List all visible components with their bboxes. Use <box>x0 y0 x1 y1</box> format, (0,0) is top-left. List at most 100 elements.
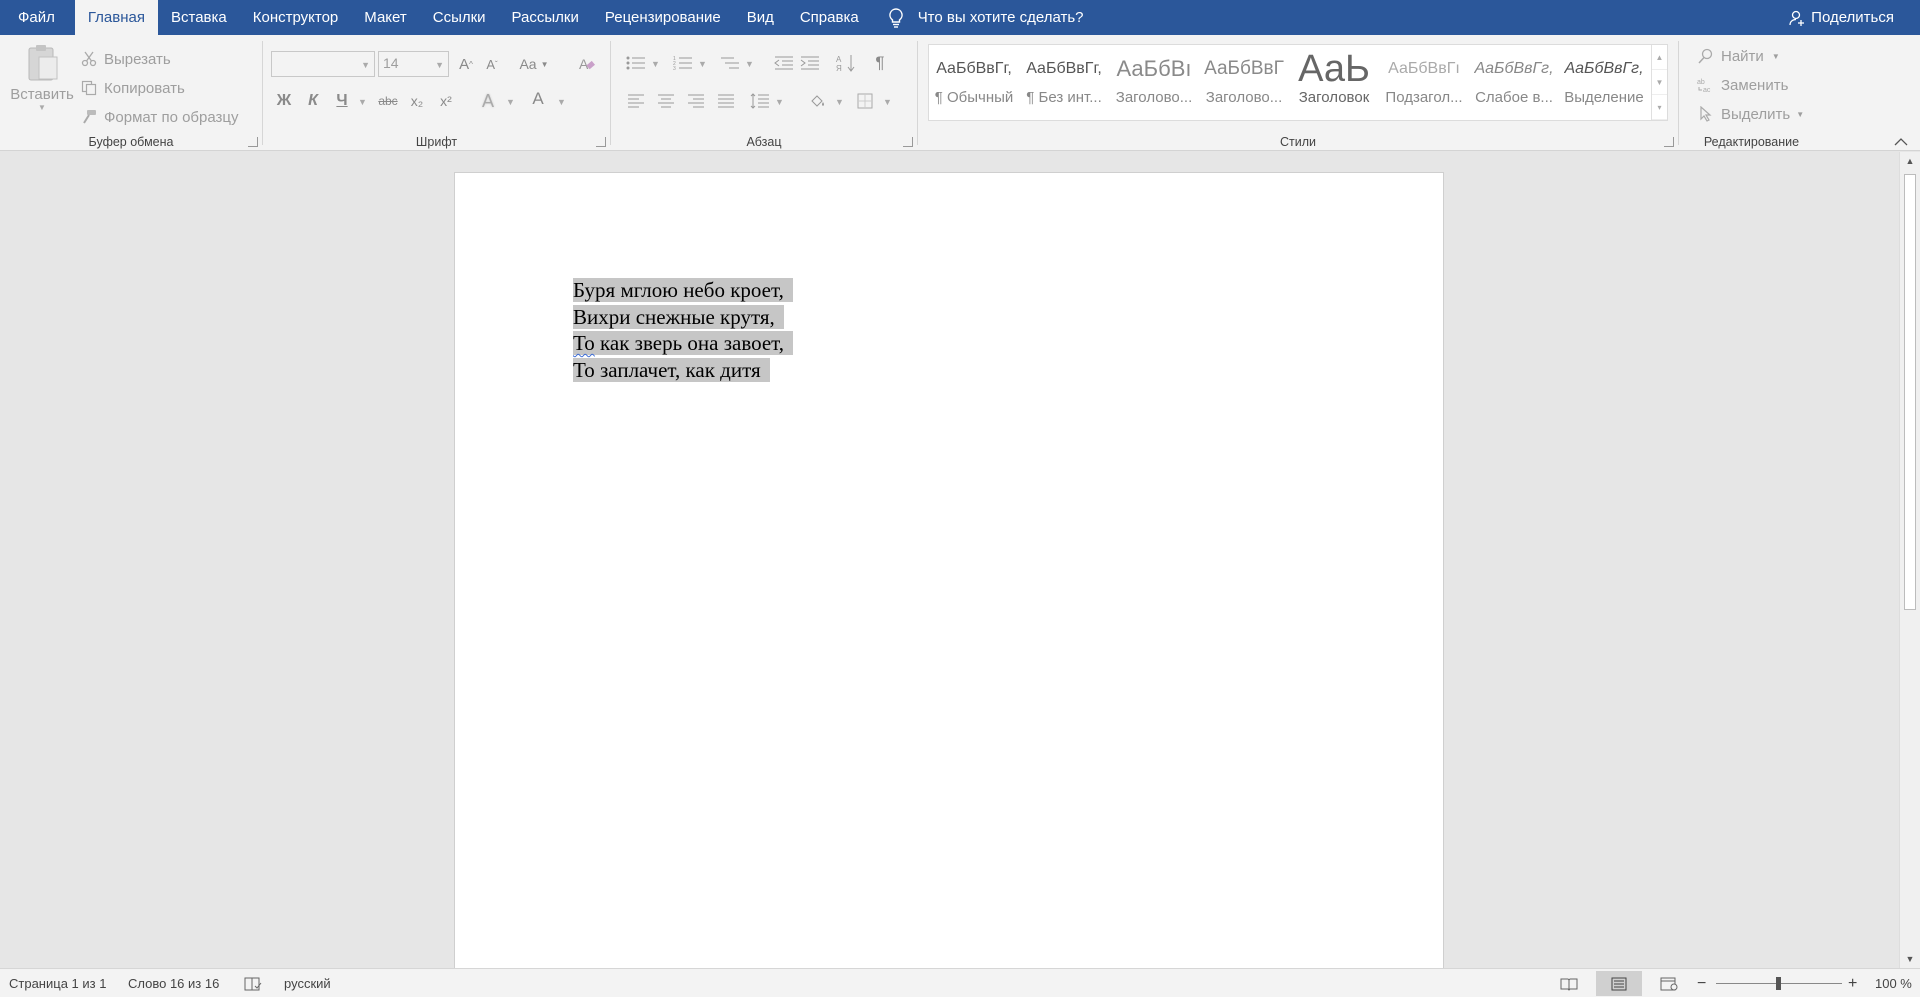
tell-me-search[interactable]: Что вы хотите сделать? <box>888 0 1084 35</box>
language-indicator[interactable]: русский <box>284 969 331 997</box>
underline-icon: Ч <box>336 92 348 109</box>
sort-button[interactable]: AЯ <box>833 51 859 75</box>
justify-button[interactable] <box>713 89 739 113</box>
styles-dialog-launcher[interactable] <box>1664 137 1674 147</box>
svg-text:3: 3 <box>673 66 676 71</box>
select-button[interactable]: Выделить ▼ <box>1697 105 1804 123</box>
print-layout-button[interactable] <box>1596 971 1642 996</box>
font-size-combo[interactable]: 14 ▼ <box>378 51 449 77</box>
zoom-slider-thumb[interactable] <box>1776 977 1781 990</box>
increase-indent-button[interactable] <box>797 51 823 75</box>
replace-button[interactable]: ab ac Заменить <box>1697 76 1788 94</box>
document-line: То заплачет, как дитя <box>573 357 793 384</box>
svg-text:A: A <box>579 56 589 72</box>
chevron-down-icon: ▼ <box>775 97 784 107</box>
tab-view[interactable]: Вид <box>734 0 787 35</box>
format-painter-label: Формат по образцу <box>104 108 239 126</box>
chevron-down-icon: ▼ <box>651 59 660 69</box>
underline-button[interactable]: Ч <box>329 89 355 113</box>
tab-file[interactable]: Файл <box>0 0 75 35</box>
svg-text:A: A <box>836 55 842 64</box>
clear-formatting-button[interactable]: A <box>574 52 600 76</box>
tab-help[interactable]: Справка <box>787 0 872 35</box>
decrease-indent-button[interactable] <box>771 51 797 75</box>
scroll-down-arrow[interactable]: ▼ <box>1900 950 1920 968</box>
document-body[interactable]: Буря мглою небо кроет, Вихри снежные кру… <box>573 277 794 384</box>
share-button[interactable]: Поделиться <box>1789 0 1894 35</box>
cursor-arrow-icon <box>1697 105 1715 123</box>
person-icon <box>1789 10 1805 26</box>
tab-references[interactable]: Ссылки <box>420 0 499 35</box>
tab-insert[interactable]: Вставка <box>158 0 240 35</box>
styles-group-label: Стили <box>1279 135 1316 149</box>
chevron-down-icon: ▼ <box>883 97 892 107</box>
align-left-icon <box>628 94 644 108</box>
paragraph-dialog-launcher[interactable] <box>903 137 913 147</box>
font-family-combo[interactable]: ▼ <box>271 51 375 77</box>
svg-text:ac: ac <box>1703 87 1711 93</box>
page-count[interactable]: Страница 1 из 1 <box>9 969 106 997</box>
paragraph-group-label: Абзац <box>746 135 782 149</box>
find-button[interactable]: Найти ▼ <box>1697 47 1780 65</box>
tab-review[interactable]: Рецензирование <box>592 0 734 35</box>
strikethrough-icon: abc <box>378 94 398 108</box>
change-case-button[interactable]: Aa ▼ <box>517 52 551 76</box>
tab-layout[interactable]: Макет <box>351 0 419 35</box>
read-mode-button[interactable] <box>1546 971 1592 996</box>
font-dialog-launcher[interactable] <box>596 137 606 147</box>
word-count[interactable]: Слово 16 из 16 <box>128 969 219 997</box>
show-marks-button[interactable]: ¶ <box>867 51 893 75</box>
align-right-icon <box>688 94 704 108</box>
tab-mailings[interactable]: Рассылки <box>499 0 592 35</box>
bold-button[interactable]: Ж <box>271 89 297 113</box>
shrink-font-button[interactable]: Aˇ <box>479 52 505 76</box>
numbered-list-icon: 123 <box>673 56 692 71</box>
scrollbar-thumb[interactable] <box>1904 174 1916 610</box>
collapse-ribbon-button[interactable] <box>1894 134 1910 148</box>
share-label: Поделиться <box>1811 9 1894 26</box>
italic-button[interactable]: К <box>300 89 326 113</box>
align-right-button[interactable] <box>683 89 709 113</box>
align-left-button[interactable] <box>623 89 649 113</box>
copy-label: Копировать <box>104 79 185 97</box>
chevron-down-icon: ▼ <box>540 59 549 69</box>
zoom-out-button[interactable]: − <box>1697 969 1706 997</box>
zoom-level[interactable]: 100 % <box>1875 969 1912 997</box>
web-layout-button[interactable] <box>1646 971 1692 996</box>
paste-button[interactable]: Вставить ▼ <box>8 43 76 119</box>
borders-button[interactable] <box>852 89 878 113</box>
document-page[interactable]: Буря мглою небо кроет, Вихри снежные кру… <box>454 172 1444 968</box>
chevron-down-icon: ▼ <box>745 59 754 69</box>
superscript-icon: x² <box>440 93 452 109</box>
format-painter-button[interactable]: Формат по образцу <box>80 108 239 126</box>
search-icon <box>1697 47 1715 65</box>
clipboard-dialog-launcher[interactable] <box>248 137 258 147</box>
justify-icon <box>718 94 734 108</box>
book-icon <box>1560 978 1578 991</box>
bullets-button[interactable] <box>623 51 649 75</box>
align-center-button[interactable] <box>653 89 679 113</box>
selected-text: То заплачет, как дитя <box>573 357 770 382</box>
zoom-in-button[interactable]: + <box>1848 969 1857 997</box>
line-spacing-button[interactable] <box>747 89 773 113</box>
cut-button[interactable]: Вырезать <box>80 50 171 68</box>
decrease-indent-icon <box>774 56 793 70</box>
text-effects-button[interactable]: A <box>475 89 501 113</box>
superscript-button[interactable]: x² <box>433 89 459 113</box>
shading-button[interactable] <box>805 89 831 113</box>
grow-font-button[interactable]: A ^ <box>453 52 479 76</box>
tab-design[interactable]: Конструктор <box>240 0 352 35</box>
font-color-button[interactable]: A <box>525 87 551 111</box>
proofing-status[interactable] <box>244 969 262 997</box>
scroll-up-arrow[interactable]: ▲ <box>1900 152 1920 170</box>
vertical-scrollbar[interactable]: ▲ ▼ <box>1899 152 1920 968</box>
subscript-button[interactable]: x₂ <box>404 89 430 113</box>
multilevel-list-button[interactable] <box>717 51 743 75</box>
copy-icon <box>80 79 98 97</box>
numbering-button[interactable]: 123 <box>670 51 696 75</box>
copy-button[interactable]: Копировать <box>80 79 185 97</box>
eraser-icon: A <box>579 56 595 72</box>
sort-icon: AЯ <box>836 55 855 72</box>
strikethrough-button[interactable]: abc <box>375 89 401 113</box>
tab-home[interactable]: Главная <box>74 0 158 35</box>
